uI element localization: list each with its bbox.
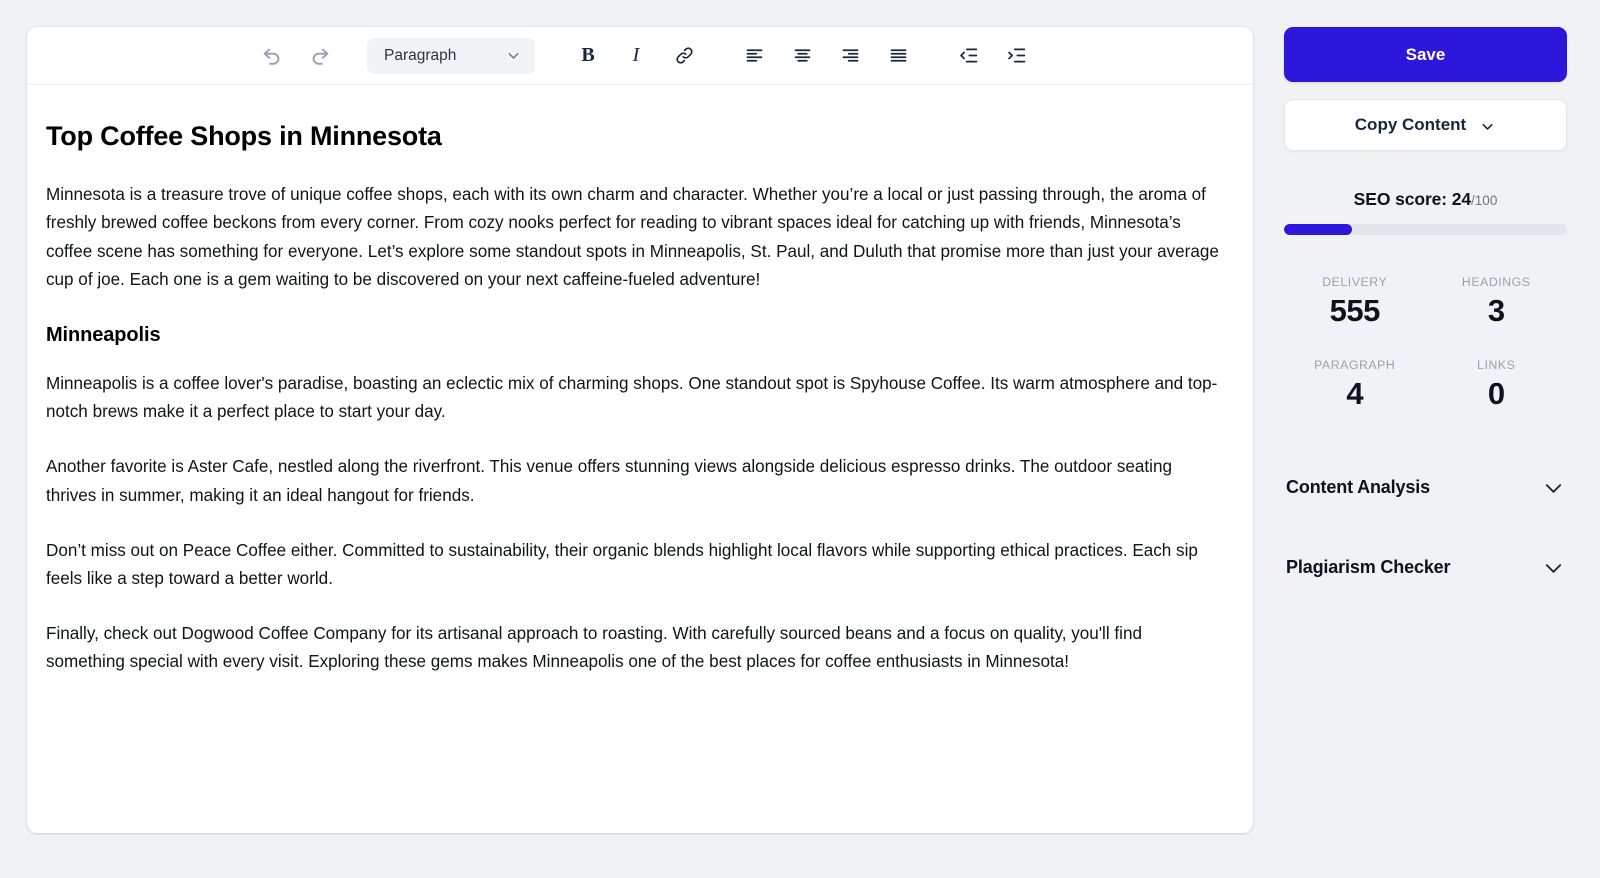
section-heading-minneapolis: Minneapolis <box>46 323 161 346</box>
align-left-icon <box>746 49 762 62</box>
align-justify-button[interactable] <box>881 39 915 73</box>
editor-toolbar: Paragraph B I <box>27 27 1253 85</box>
seo-score: SEO score: 24/100 <box>1284 189 1567 210</box>
undo-button[interactable] <box>255 39 289 73</box>
paragraph-body: Minneapolis is a coffee lover's paradise… <box>46 373 1218 422</box>
document-editor-area[interactable]: Top Coffee Shops in Minnesota Minnesota … <box>27 85 1253 833</box>
stat-label: HEADINGS <box>1461 275 1531 289</box>
panel-title: Content Analysis <box>1286 477 1430 498</box>
link-icon <box>675 47 693 64</box>
seo-progress-fill <box>1284 224 1352 235</box>
paragraph-intro: Minnesota is a treasure trove of unique … <box>46 185 1219 289</box>
indent-button[interactable] <box>999 39 1033 73</box>
align-center-icon <box>794 49 810 62</box>
stat-value: 3 <box>1487 293 1505 328</box>
copy-content-button[interactable]: Copy Content <box>1284 99 1567 151</box>
page-title: Top Coffee Shops in Minnesota <box>46 121 442 151</box>
chevron-down-icon <box>1479 118 1496 135</box>
save-button[interactable]: Save <box>1284 27 1567 82</box>
stat-label: PARAGRAPH <box>1314 358 1396 373</box>
stat-paragraph: PARAGRAPH 4 <box>1284 358 1426 411</box>
align-justify-icon <box>890 49 906 62</box>
block-format-select[interactable]: Paragraph <box>367 37 535 74</box>
link-button[interactable] <box>667 39 701 73</box>
stat-label: LINKS <box>1477 358 1516 373</box>
align-right-icon <box>842 49 858 62</box>
sidebar-panels: Content Analysis Plagiarism Checker <box>1284 465 1567 590</box>
stat-value: 4 <box>1346 376 1364 412</box>
paragraph-body: Another favorite is Aster Cafe, nestled … <box>46 457 1172 505</box>
indent-icon <box>1007 48 1025 63</box>
copy-content-label: Copy Content <box>1354 115 1467 134</box>
seo-score-label: SEO score: <box>1353 189 1452 209</box>
document-content: Top Coffee Shops in Minnesota Minnesota … <box>46 119 1221 677</box>
italic-button[interactable]: I <box>619 39 653 73</box>
outdent-button[interactable] <box>951 39 985 73</box>
bold-button[interactable]: B <box>571 39 605 73</box>
right-sidebar: Save Copy Content SEO score: 24/100 DELI… <box>1253 27 1600 833</box>
editor-card: Paragraph B I Top Coffee Shops in Minnes… <box>27 27 1253 833</box>
block-format-value: Paragraph <box>384 46 457 64</box>
outdent-icon <box>959 48 977 63</box>
panel-title: Plagiarism Checker <box>1286 557 1451 578</box>
paragraph-body: Don’t miss out on Peace Coffee either. C… <box>46 540 1198 588</box>
chevron-down-icon <box>505 47 522 64</box>
redo-button[interactable] <box>303 39 337 73</box>
seo-progress-bar <box>1284 224 1567 235</box>
panel-plagiarism-checker[interactable]: Plagiarism Checker <box>1284 545 1567 590</box>
chevron-down-icon <box>1542 476 1565 499</box>
seo-score-denominator: /100 <box>1471 193 1498 208</box>
italic-icon: I <box>632 44 640 66</box>
redo-icon <box>312 48 329 65</box>
stat-value: 0 <box>1487 376 1505 412</box>
stat-delivery: DELIVERY 555 <box>1284 275 1426 328</box>
bold-icon: B <box>581 44 595 66</box>
seo-score-value: 24 <box>1451 189 1472 209</box>
align-left-button[interactable] <box>737 39 771 73</box>
undo-icon <box>263 48 280 65</box>
chevron-down-icon <box>1542 556 1565 579</box>
stat-label: DELIVERY <box>1322 275 1388 289</box>
paragraph-body: Finally, check out Dogwood Coffee Compan… <box>46 624 1142 672</box>
align-right-button[interactable] <box>833 39 867 73</box>
stats-grid: DELIVERY 555 HEADINGS 3 PARAGRAPH 4 LINK… <box>1284 275 1567 411</box>
stat-links: LINKS 0 <box>1426 358 1568 411</box>
app-root: Paragraph B I Top Coffee Shops in Minnes… <box>0 0 1600 878</box>
stat-value: 555 <box>1329 293 1381 328</box>
panel-content-analysis[interactable]: Content Analysis <box>1284 465 1567 510</box>
align-center-button[interactable] <box>785 39 819 73</box>
stat-headings: HEADINGS 3 <box>1426 275 1568 328</box>
